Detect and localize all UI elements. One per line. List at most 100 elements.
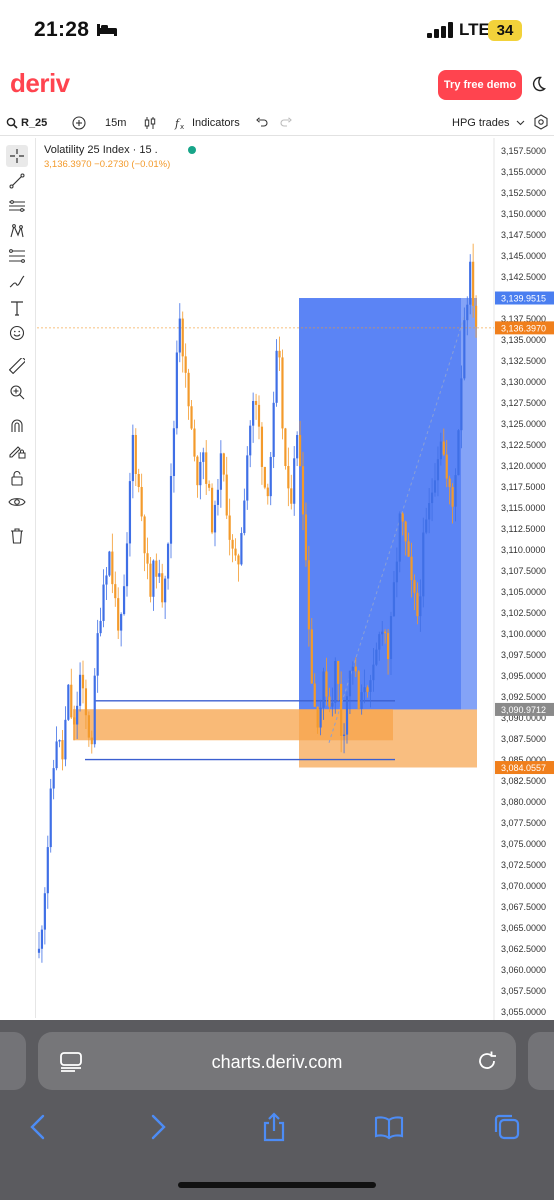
fx-icon: fx	[174, 117, 184, 130]
candle-body	[334, 660, 337, 703]
back-icon[interactable]	[24, 1112, 54, 1142]
candle-body	[137, 474, 140, 487]
candle-body	[474, 305, 478, 327]
url-field[interactable]: charts.deriv.com	[38, 1032, 516, 1090]
tabs-icon[interactable]	[492, 1112, 522, 1142]
settings-button[interactable]	[533, 114, 549, 130]
candle-body	[143, 516, 146, 554]
candle-body	[433, 480, 437, 493]
candle-body	[117, 598, 120, 631]
candle-body	[246, 455, 249, 501]
candle-body	[175, 352, 178, 429]
candle-body	[413, 580, 416, 593]
candle-body	[158, 573, 161, 577]
y-tick-label: 3,057.5000	[501, 986, 546, 996]
candle-body	[463, 320, 466, 379]
candle-body	[199, 461, 202, 486]
y-tick-label: 3,147.5000	[501, 230, 546, 240]
candle-body	[472, 261, 475, 306]
fib-tool[interactable]	[7, 246, 27, 266]
try-free-demo-button[interactable]: Try free demo	[438, 70, 522, 100]
svg-text:x: x	[180, 123, 184, 130]
candles-icon	[144, 117, 156, 129]
candle-body	[202, 452, 205, 462]
candle-body	[146, 553, 149, 564]
deriv-logo[interactable]: deriv	[10, 68, 70, 99]
candle-body	[298, 435, 302, 467]
crosshair-tool[interactable]	[6, 145, 28, 167]
candle-body	[93, 675, 96, 745]
status-time: 21:28	[34, 18, 90, 41]
chart-type-button[interactable]	[143, 115, 157, 131]
y-tick-label: 3,132.5000	[501, 356, 546, 366]
lock-drawing-tool[interactable]	[7, 441, 27, 461]
y-tick-label: 3,135.0000	[501, 335, 546, 345]
text-icon	[11, 301, 23, 316]
y-tick-label: 3,077.5000	[501, 818, 546, 828]
lock-tool[interactable]	[7, 468, 27, 488]
browser-address-bar: charts.deriv.com	[0, 1020, 554, 1100]
candle-body	[428, 503, 431, 520]
candle-body	[105, 575, 108, 585]
trades-selector[interactable]: HPG trades	[452, 115, 525, 131]
add-comparison-button[interactable]	[72, 115, 86, 131]
y-tick-label: 3,112.5000	[501, 524, 545, 534]
y-tick-label: 3,080.0000	[501, 797, 546, 807]
measure-tool[interactable]	[7, 356, 27, 376]
y-tick-label: 3,070.0000	[501, 881, 546, 891]
chart-legend-values: 3,136.3970 −0.2730 (−0.01%)	[44, 159, 171, 170]
candle-body	[37, 948, 41, 953]
forward-icon[interactable]	[142, 1112, 172, 1142]
tabs-left-icon[interactable]	[0, 1032, 26, 1090]
tabs-right-preview[interactable]	[528, 1032, 554, 1090]
candle-body	[234, 548, 237, 556]
price-tag-label: 3,139.9515	[501, 294, 546, 304]
y-tick-label: 3,075.0000	[501, 839, 546, 849]
brush-tool[interactable]	[7, 271, 27, 291]
search-icon	[6, 117, 18, 129]
candle-body	[416, 592, 419, 617]
candle-body	[381, 631, 384, 635]
emoji-tool[interactable]	[7, 323, 27, 343]
candle-body	[375, 649, 378, 665]
pattern-tool[interactable]	[7, 221, 27, 241]
line-tool[interactable]	[7, 171, 27, 191]
candle-body	[140, 486, 143, 517]
candle-body	[313, 683, 316, 707]
candle-body	[111, 551, 114, 585]
candle-body	[161, 573, 164, 603]
chart-canvas[interactable]: 3,157.5000 3,155.0000 3,152.5000 3,150.0000…	[37, 138, 554, 1020]
candle-body	[78, 674, 82, 706]
candle-body	[272, 402, 275, 457]
candle-body	[108, 551, 111, 576]
interval-selector[interactable]: 15m	[105, 115, 126, 131]
candle-body	[87, 715, 90, 738]
price-chart[interactable]: 3,157.5000 3,155.0000 3,152.5000 3,150.0000…	[37, 138, 554, 1020]
candle-body	[325, 671, 328, 697]
symbol-selector[interactable]: R_25	[6, 115, 47, 131]
reload-icon[interactable]	[476, 1050, 498, 1072]
symbol-label: R_25	[21, 117, 48, 129]
delete-drawings-tool[interactable]	[7, 526, 27, 546]
candle-body	[128, 481, 132, 544]
zoom-tool[interactable]	[7, 382, 27, 402]
candle-body	[425, 519, 428, 533]
y-tick-label: 3,120.0000	[501, 461, 546, 471]
candle-body	[193, 428, 196, 457]
indicators-button[interactable]: fx Indicators	[174, 115, 240, 131]
text-tool[interactable]	[7, 298, 27, 318]
channel-tool[interactable]	[7, 196, 27, 216]
moon-icon[interactable]	[530, 76, 546, 92]
price-tag-label: 3,084.0557	[501, 763, 546, 773]
bookmarks-icon[interactable]	[374, 1112, 404, 1142]
visibility-tool[interactable]	[7, 492, 27, 512]
redo-button[interactable]	[280, 115, 293, 131]
y-tick-label: 3,102.5000	[501, 608, 546, 618]
y-tick-label: 3,087.5000	[501, 734, 546, 744]
candle-body	[213, 504, 217, 533]
share-icon[interactable]	[259, 1112, 289, 1142]
undo-button[interactable]	[255, 115, 268, 131]
indicators-label: Indicators	[192, 117, 240, 129]
y-tick-label: 3,097.5000	[501, 650, 546, 660]
magnet-tool[interactable]	[7, 416, 27, 436]
